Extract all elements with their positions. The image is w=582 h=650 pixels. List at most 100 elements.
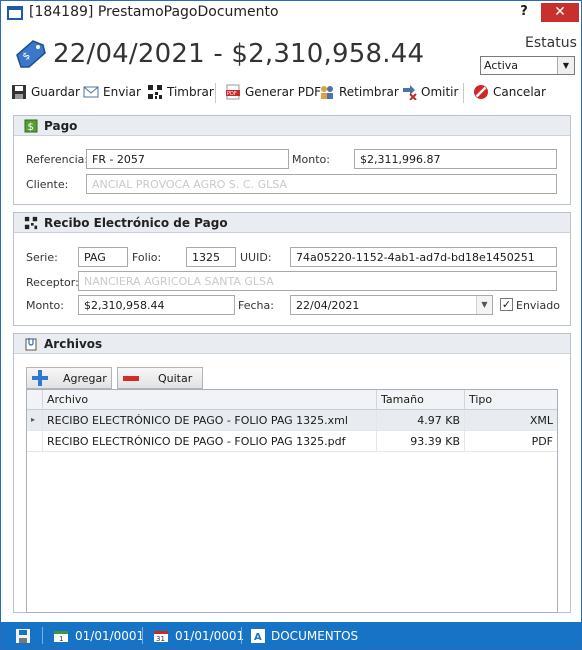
timbrar-button[interactable]: Timbrar [147,81,214,103]
tamano-cell: 4.97 KB [377,410,465,430]
table-row[interactable]: RECIBO ELECTRÓNICO DE PAGO - FOLIO PAG 1… [27,431,557,452]
title-bar: [184189] PrestamoPagoDocumento ? ✕ [1,1,581,25]
archivos-group-header: Archivos [14,334,570,354]
column-archivo[interactable]: Archivo [43,390,377,410]
tamano-cell: 93.39 KB [377,431,465,451]
referencia-field[interactable]: FR - 2057 [86,149,289,169]
table-header: Archivo Tamaño Tipo [27,390,557,410]
calendar-icon: 1 [54,630,68,643]
toolbar-divider [215,83,216,103]
svg-text:PDF: PDF [227,91,237,97]
envelope-icon [83,86,99,98]
guardar-button[interactable]: Guardar [11,81,80,103]
uuid-label: UUID: [240,251,272,264]
pago-group-header: $ Pago [14,116,570,136]
recibo-group: Recibo Electrónico de Pago Serie: PAG Fo… [13,212,571,326]
pdf-icon: PDF [226,84,240,100]
date-created: 01/01/0001 [75,628,145,643]
agregar-button[interactable]: Agregar [26,367,112,389]
chevron-down-icon[interactable]: ▼ [476,296,492,314]
page-title: 22/04/2021 - $2,310,958.44 [53,39,425,69]
uuid-field[interactable]: 74a05220-1152-4ab1-ad7d-bd18e1450251 [290,247,557,267]
pago-monto-field[interactable]: $2,311,996.87 [354,149,557,169]
floppy-disk-icon [12,85,26,99]
timbrar-label: Timbrar [167,85,214,99]
omitir-button[interactable]: Omitir [401,81,458,103]
receptor-label: Receptor: [26,276,79,289]
enviado-label: Enviado [516,299,560,312]
referencia-label: Referencia: [26,153,89,166]
skip-icon [403,85,417,100]
guardar-label: Guardar [31,85,80,99]
row-indicator-header [27,390,43,410]
fecha-label: Fecha: [238,299,274,312]
estatus-value: Activa [484,59,518,72]
cliente-field[interactable]: ANCIAL PROVOCA AGRO S. C. GLSA [86,174,557,194]
tipo-cell: XML [529,414,553,427]
date-created-item: 1 01/01/0001 [53,622,144,649]
retimbrar-button[interactable]: Retimbrar [319,81,399,103]
generar-pdf-button[interactable]: PDF Generar PDF [225,81,321,103]
app-icon [7,6,23,20]
document-letter-icon: A [251,628,265,643]
status-divider [241,627,242,644]
quitar-button[interactable]: Quitar [117,367,203,389]
omitir-label: Omitir [421,85,459,99]
section-item: A DOCUMENTOS [251,622,358,649]
date-modified: 01/01/0001 [175,628,245,643]
enviar-label: Enviar [103,85,141,99]
archivos-title: Archivos [44,336,103,351]
retimbrar-label: Retimbrar [339,85,399,99]
quitar-label: Quitar [158,371,193,385]
archivos-group: Archivos Agregar Quitar Archivo Tamaño T… [13,333,571,613]
enviar-button[interactable]: Enviar [83,81,141,103]
section-label: DOCUMENTOS [271,628,359,643]
money-icon: $ [24,119,38,133]
generar-pdf-label: Generar PDF [245,85,322,99]
estatus-select[interactable]: Activa ▼ [480,56,575,75]
column-tipo[interactable]: Tipo [465,390,557,410]
serie-field[interactable]: PAG [78,247,128,267]
qr-code-icon [24,216,38,229]
folio-label: Folio: [132,251,162,264]
pago-group: $ Pago Referencia: FR - 2057 Monto: $2,3… [13,115,571,205]
chevron-down-icon[interactable]: ▼ [557,57,574,74]
floppy-disk-icon [16,628,30,643]
svg-text:$: $ [28,122,34,133]
status-divider [142,627,143,644]
column-tamano[interactable]: Tamaño [377,390,465,410]
help-button[interactable]: ? [512,4,536,22]
document-window: [184189] PrestamoPagoDocumento ? ✕ $ 22/… [0,0,582,650]
receptor-field[interactable]: NANCIERA AGRICOLA SANTA GLSA [78,271,557,291]
toolbar-divider [463,83,464,103]
svg-text:31: 31 [156,635,165,643]
money-tag-icon: $ [16,40,46,68]
tipo-cell: PDF [531,435,553,448]
cancelar-label: Cancelar [493,85,546,99]
status-divider [42,627,43,644]
save-status-item[interactable] [15,622,31,649]
cancel-icon [474,85,488,99]
svg-text:A: A [254,632,262,643]
close-button[interactable]: ✕ [541,3,579,22]
pago-monto-label: Monto: [292,153,330,166]
archivo-cell: RECIBO ELECTRÓNICO DE PAGO - FOLIO PAG 1… [43,410,377,430]
qr-code-icon [148,85,162,99]
recibo-title: Recibo Electrónico de Pago [44,215,228,230]
enviado-checkbox[interactable]: ✓ [500,298,513,311]
plus-icon [32,370,48,386]
fecha-field[interactable]: 22/04/2021 ▼ [290,295,493,315]
people-icon [321,86,333,99]
table-row[interactable]: ▸ RECIBO ELECTRÓNICO DE PAGO - FOLIO PAG… [27,410,557,431]
calendar-icon: 31 [154,630,168,643]
row-indicator: ▸ [27,410,43,430]
recibo-monto-label: Monto: [26,299,64,312]
window-title: [184189] PrestamoPagoDocumento [29,4,279,20]
cancelar-button[interactable]: Cancelar [473,81,546,103]
date-modified-item: 31 01/01/0001 [153,622,244,649]
agregar-label: Agregar [63,371,107,385]
folio-field[interactable]: 1325 [186,247,236,267]
estatus-label: Estatus [525,35,577,51]
recibo-monto-field[interactable]: $2,310,958.44 [78,295,235,315]
pago-title: Pago [44,118,78,133]
